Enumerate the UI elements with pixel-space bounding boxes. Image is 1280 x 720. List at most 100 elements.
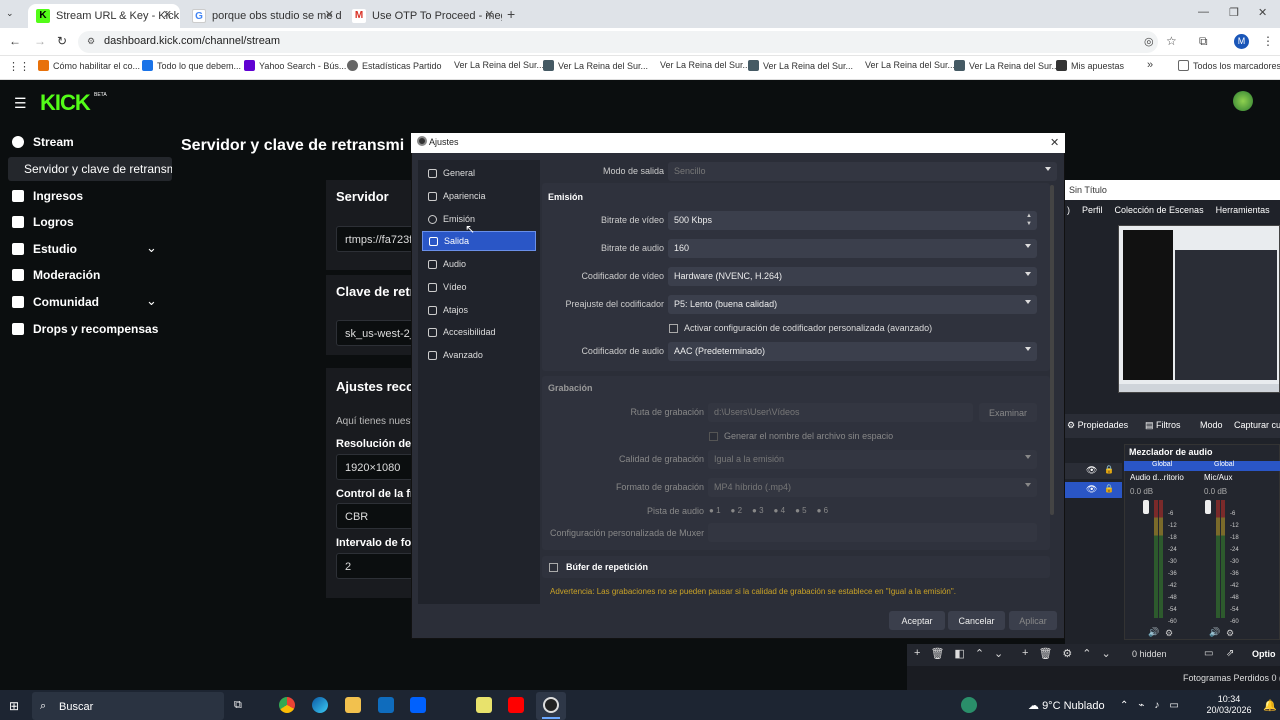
- extensions-icon[interactable]: ⧉: [1199, 34, 1208, 49]
- chevron-up-icon[interactable]: ⌃: [1120, 700, 1128, 711]
- desktop-audio-name[interactable]: Audio d...ritorio: [1130, 473, 1184, 482]
- user-avatar[interactable]: [1233, 91, 1253, 111]
- nav-estudio[interactable]: Estudio: [12, 242, 77, 256]
- dropbox-icon[interactable]: [410, 697, 426, 713]
- gear-icon[interactable]: ⚙: [1062, 647, 1072, 660]
- bookmark[interactable]: Todo lo que debem...: [142, 60, 241, 71]
- filters-button[interactable]: ▤ Filtros: [1145, 420, 1181, 431]
- battery-icon[interactable]: ▭: [1169, 700, 1178, 711]
- custom-encoder-checkbox[interactable]: Activar configuración de codificador per…: [669, 323, 932, 333]
- track-radio[interactable]: ● 3: [752, 506, 764, 515]
- weather-widget[interactable]: ☁ 9°C Nublado: [1028, 699, 1105, 712]
- bookmark[interactable]: Ver La Reina del Sur...: [454, 60, 544, 70]
- audio-bitrate-select[interactable]: 160: [668, 239, 1037, 258]
- eye-icon[interactable]: 👁: [1086, 465, 1097, 476]
- bookmark[interactable]: Ver La Reina del Sur...: [865, 60, 955, 70]
- apply-button[interactable]: Aplicar: [1009, 611, 1057, 630]
- menu-icon[interactable]: ⋮: [1262, 34, 1274, 48]
- tab-gmail[interactable]: M Use OTP To Proceed - megapo ✕: [344, 4, 502, 28]
- lock-icon[interactable]: 🔒: [1104, 484, 1114, 493]
- server-field[interactable]: rtmps://fa723fc: [336, 226, 416, 252]
- output-mode-select[interactable]: Sencillo: [668, 162, 1057, 181]
- bookmark[interactable]: Ver La Reina del Sur...: [543, 60, 648, 71]
- notification-icon[interactable]: 🔔: [1263, 699, 1277, 712]
- speaker-icon[interactable]: ♪: [1154, 700, 1159, 711]
- restore-icon[interactable]: ❐: [1229, 6, 1239, 19]
- eye-icon[interactable]: 👁: [1086, 484, 1097, 495]
- minimize-icon[interactable]: —: [1198, 6, 1209, 18]
- bookmark[interactable]: Cómo habilitar el co...: [38, 60, 140, 71]
- apps-icon[interactable]: ⋮⋮: [8, 60, 30, 73]
- close-icon[interactable]: ✕: [163, 8, 172, 21]
- app-tray-icon[interactable]: [961, 697, 977, 713]
- clock[interactable]: 10:34 20/03/2026: [1201, 694, 1257, 716]
- track-radio[interactable]: ● 5: [795, 506, 807, 515]
- tab-stream[interactable]: Emisión: [422, 209, 536, 229]
- gear-icon[interactable]: ⚙: [1165, 628, 1173, 639]
- bookmark[interactable]: Ver La Reina del Sur...: [954, 60, 1059, 71]
- key-field[interactable]: sk_us-west-2_l: [336, 320, 416, 346]
- tab-list-icon[interactable]: ⌄: [6, 8, 14, 19]
- taskbar-search-text[interactable]: Buscar: [59, 701, 93, 713]
- tab-hotkeys[interactable]: Atajos: [422, 300, 536, 320]
- browse-button[interactable]: Examinar: [979, 403, 1037, 422]
- url-text[interactable]: dashboard.kick.com/channel/stream: [104, 35, 280, 47]
- nav-moderacion[interactable]: Moderación: [12, 268, 100, 282]
- mic-audio-name[interactable]: Mic/Aux: [1204, 473, 1232, 482]
- nav-comunidad[interactable]: Comunidad: [12, 295, 99, 309]
- video-encoder-select[interactable]: Hardware (NVENC, H.264): [668, 267, 1037, 286]
- forward-icon[interactable]: →: [34, 34, 46, 48]
- close-window-icon[interactable]: ✕: [1258, 6, 1267, 19]
- tab-kick[interactable]: K Stream URL & Key - Kick Dashb ✕: [28, 4, 180, 28]
- mic-fader[interactable]: [1205, 500, 1211, 514]
- track-radio[interactable]: ● 4: [774, 506, 786, 515]
- nav-ingresos[interactable]: Ingresos: [12, 189, 83, 203]
- no-space-checkbox[interactable]: Generar el nombre del archivo sin espaci…: [709, 431, 893, 441]
- cancel-button[interactable]: Cancelar: [948, 611, 1005, 630]
- bookmark[interactable]: Ver La Reina del Sur...: [748, 60, 853, 71]
- back-icon[interactable]: ←: [9, 34, 21, 48]
- more-bookmarks-icon[interactable]: »: [1147, 59, 1153, 71]
- tab-video[interactable]: Vídeo: [422, 277, 536, 297]
- kick-logo[interactable]: KICK: [40, 90, 91, 116]
- bookmark[interactable]: Mis apuestas: [1056, 60, 1124, 71]
- tab-general[interactable]: General: [422, 163, 536, 183]
- obs-menu-item[interactable]: Herramientas: [1216, 205, 1270, 215]
- reload-icon[interactable]: ↻: [57, 34, 67, 48]
- star-icon[interactable]: ☆: [1166, 34, 1177, 48]
- hamburger-icon[interactable]: ☰: [14, 95, 27, 112]
- obs-preview[interactable]: [1118, 225, 1280, 393]
- edge-icon[interactable]: [312, 697, 328, 713]
- bookmark[interactable]: Ver La Reina del Sur...: [660, 60, 750, 70]
- obs-menu-item[interactable]: Perfil: [1082, 205, 1103, 215]
- chevron-down-icon[interactable]: ⌄: [146, 293, 157, 309]
- track-radio[interactable]: ● 2: [731, 506, 743, 515]
- tab-google[interactable]: G porque obs studio se me desco ✕: [184, 4, 342, 28]
- notes-icon[interactable]: [476, 697, 492, 713]
- windows-start-icon[interactable]: ⊞: [9, 699, 19, 713]
- down-icon[interactable]: ⌄: [1102, 647, 1111, 660]
- recording-quality-select[interactable]: Igual a la emisión: [708, 450, 1037, 469]
- mail-icon[interactable]: [378, 697, 394, 713]
- close-icon[interactable]: ✕: [485, 8, 494, 21]
- settings-scrollbar[interactable]: [1050, 185, 1054, 515]
- close-icon[interactable]: ✕: [1050, 136, 1059, 149]
- trash-icon[interactable]: 🗑: [1038, 647, 1052, 660]
- task-view-icon[interactable]: ⧉: [234, 699, 242, 712]
- layout-icon[interactable]: ▭: [1204, 648, 1213, 659]
- track-radio[interactable]: ● 6: [817, 506, 829, 515]
- framerate-field[interactable]: CBR: [336, 503, 416, 529]
- add-icon[interactable]: +: [914, 647, 920, 660]
- recording-format-select[interactable]: MP4 híbrido (.mp4): [708, 478, 1037, 497]
- bookmark[interactable]: Estadísticas Partido: [347, 60, 442, 71]
- desktop-fader[interactable]: [1143, 500, 1149, 514]
- profile-avatar[interactable]: M: [1234, 34, 1249, 49]
- all-bookmarks[interactable]: Todos los marcadores: [1178, 60, 1280, 71]
- site-info-icon[interactable]: ⚙: [87, 36, 95, 47]
- nav-logros[interactable]: Logros: [12, 215, 74, 229]
- tab-audio[interactable]: Audio: [422, 254, 536, 274]
- down-icon[interactable]: ⌄: [994, 647, 1003, 660]
- obs-menu-item[interactable]: Colección de Escenas: [1115, 205, 1204, 215]
- tab-appearance[interactable]: Apariencia: [422, 186, 536, 206]
- filter-icon[interactable]: ◧: [954, 647, 964, 660]
